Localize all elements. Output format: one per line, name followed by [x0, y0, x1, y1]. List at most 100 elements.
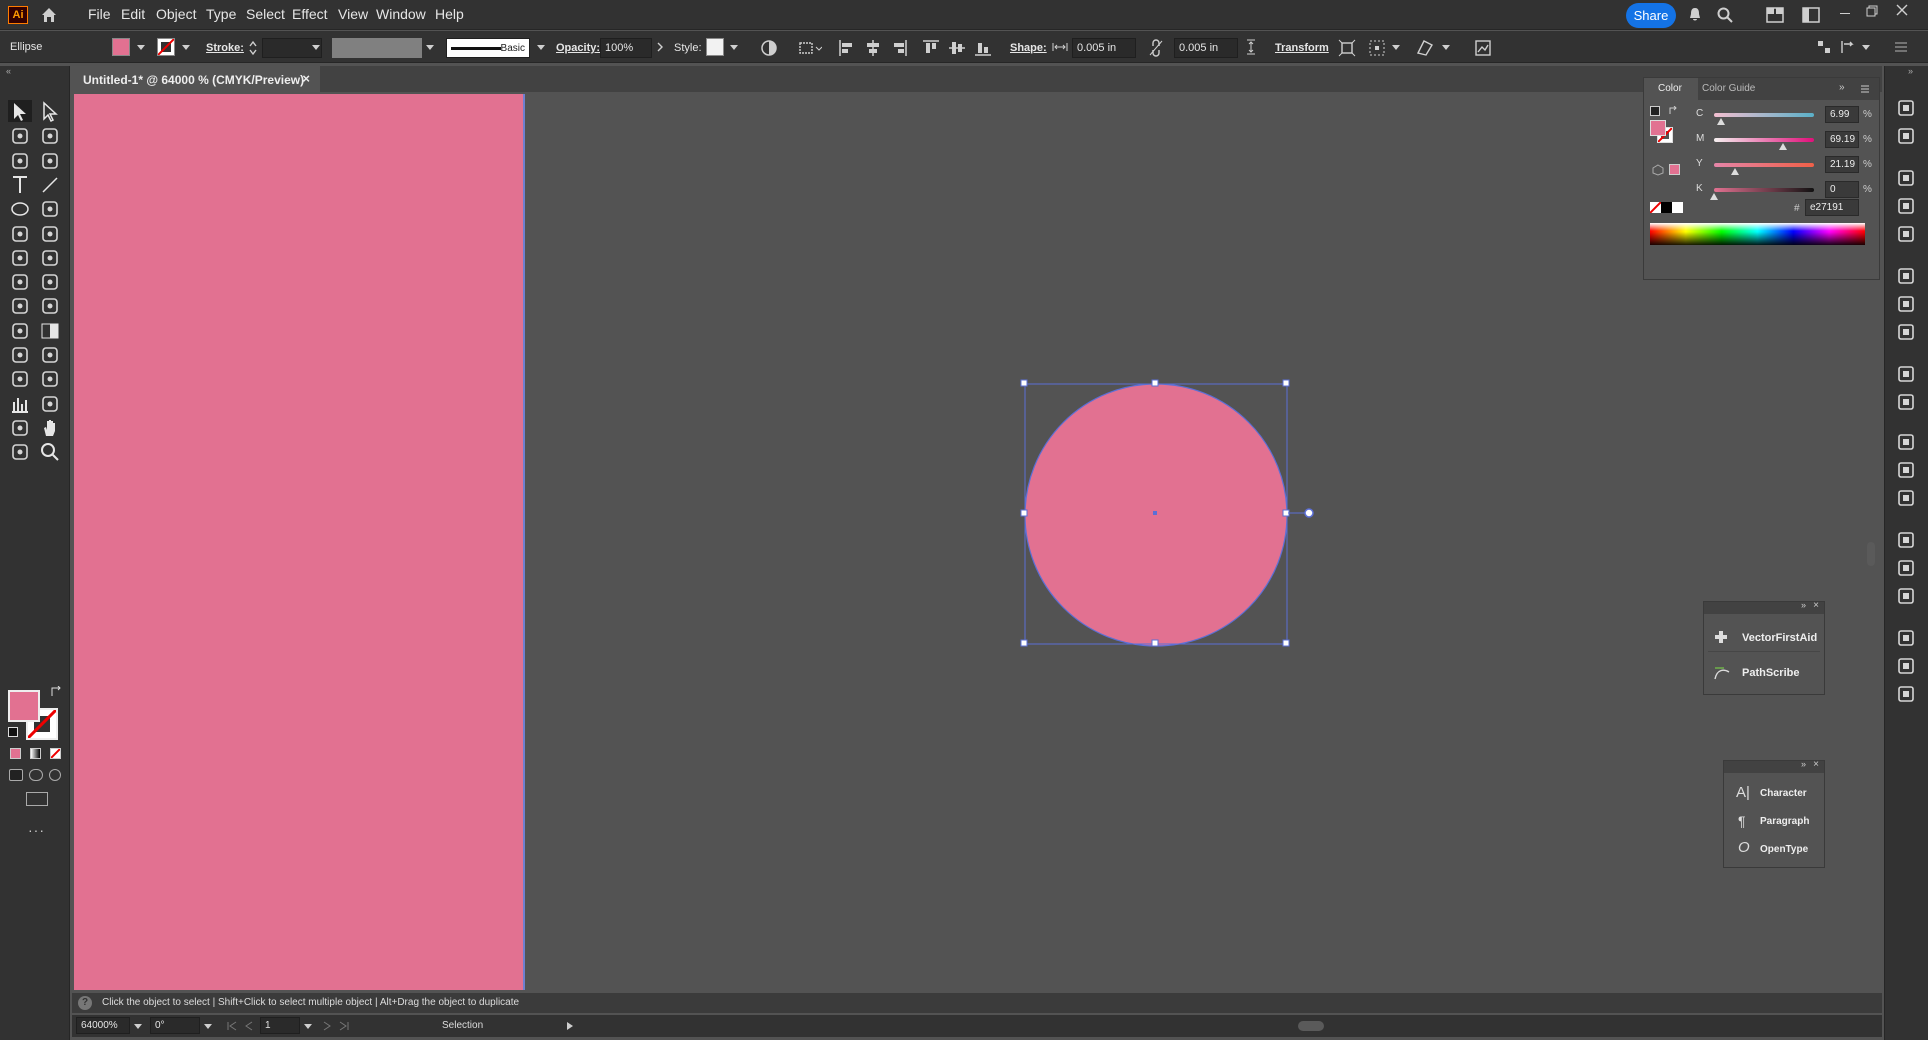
tab-color-guide[interactable]: Color Guide — [1702, 83, 1755, 94]
hex-input[interactable]: e27191 — [1805, 199, 1859, 216]
perspective-grid-tool-icon[interactable] — [38, 294, 62, 316]
last-artboard-icon[interactable] — [338, 1021, 350, 1031]
artboard-number-input[interactable]: 1 — [260, 1017, 300, 1034]
vectorfirstaid-item[interactable]: VectorFirstAid — [1708, 622, 1820, 652]
warp-icon[interactable] — [1416, 39, 1434, 57]
recolor-icon[interactable] — [760, 39, 778, 57]
artboard-dropdown-icon[interactable] — [304, 1024, 312, 1029]
white-swatch[interactable] — [1672, 202, 1683, 213]
pathfinder-icon[interactable] — [1896, 684, 1916, 704]
arrange-icon[interactable] — [1816, 39, 1832, 55]
align-bottom-icon[interactable] — [974, 39, 992, 57]
pen-tool-icon[interactable] — [8, 149, 32, 171]
menu-select[interactable]: Select — [246, 6, 285, 22]
stroke-weight-dropdown-icon[interactable] — [312, 45, 320, 50]
channel-thumb-y[interactable] — [1731, 168, 1739, 175]
profile-dropdown-icon[interactable] — [426, 45, 434, 50]
curvature-tool-icon[interactable] — [38, 149, 62, 171]
appearance-icon[interactable] — [1896, 364, 1916, 384]
transparency-icon[interactable] — [1896, 322, 1916, 342]
align-left-icon[interactable] — [838, 39, 856, 57]
constrain-proportions-icon[interactable] — [1148, 39, 1164, 57]
arrange-documents-icon[interactable] — [1802, 7, 1820, 23]
edit-toolbar-icon[interactable]: ··· — [28, 822, 45, 838]
hand-tool-icon[interactable] — [38, 416, 62, 438]
tab-color[interactable]: Color — [1644, 78, 1698, 100]
channel-thumb-c[interactable] — [1717, 118, 1725, 125]
brush-dropdown-icon[interactable] — [537, 45, 545, 50]
zoom-tool-icon[interactable] — [38, 440, 62, 462]
links-icon[interactable] — [1896, 488, 1916, 508]
channel-value-c[interactable]: 6.99 — [1825, 106, 1859, 123]
type-expand-icon[interactable]: » — [1801, 759, 1806, 769]
line-segment-tool-icon[interactable] — [38, 173, 62, 195]
type-close-icon[interactable]: × — [1813, 759, 1819, 770]
toolbar-fill-swatch[interactable] — [8, 690, 40, 722]
align-icon[interactable] — [1896, 656, 1916, 676]
style-dropdown-icon[interactable] — [730, 45, 738, 50]
stroke-dropdown-icon[interactable] — [182, 45, 190, 50]
menu-window[interactable]: Window — [376, 6, 426, 22]
swatches-icon[interactable] — [1896, 168, 1916, 188]
none-swatch[interactable] — [1650, 202, 1661, 213]
plugin-close-icon[interactable]: × — [1813, 600, 1819, 611]
tab-close-icon[interactable]: × — [302, 71, 310, 86]
toolbar-collapse-icon[interactable]: « — [6, 66, 11, 76]
none-mode-icon[interactable] — [50, 748, 61, 759]
transform-icon[interactable] — [1896, 628, 1916, 648]
draw-behind-icon[interactable] — [29, 769, 43, 781]
help-icon[interactable]: ? — [78, 996, 92, 1010]
gradient-icon[interactable] — [1896, 294, 1916, 314]
stroke-icon[interactable] — [1896, 266, 1916, 286]
gradient-mode-icon[interactable] — [30, 748, 41, 759]
channel-slider-m[interactable] — [1714, 138, 1814, 142]
channel-value-m[interactable]: 69.19 — [1825, 131, 1859, 148]
mesh-tool-icon[interactable] — [8, 319, 32, 341]
menu-view[interactable]: View — [338, 6, 368, 22]
artboards-icon[interactable] — [1896, 460, 1916, 480]
measure-tool-icon[interactable] — [38, 343, 62, 365]
rotation-dropdown-icon[interactable] — [204, 1024, 212, 1029]
first-artboard-icon[interactable] — [226, 1021, 238, 1031]
character-item[interactable]: A| Character — [1728, 781, 1822, 807]
align-right-icon[interactable] — [890, 39, 908, 57]
transform-label[interactable]: Transform — [1275, 42, 1329, 54]
graphic-style-swatch[interactable] — [706, 38, 724, 56]
ellipse-tool-icon[interactable] — [8, 197, 32, 219]
fill-dropdown-icon[interactable] — [137, 45, 145, 50]
shape-label[interactable]: Shape: — [1010, 42, 1047, 54]
symbols-icon[interactable] — [1896, 224, 1916, 244]
screen-mode-icon[interactable] — [26, 792, 48, 806]
menu-edit[interactable]: Edit — [121, 6, 145, 22]
layers-icon[interactable] — [1896, 432, 1916, 452]
shape-width-input[interactable]: 0.005 in — [1072, 38, 1136, 58]
share-button[interactable]: Share — [1626, 3, 1676, 28]
type-tool-icon[interactable] — [8, 173, 32, 195]
bell-icon[interactable] — [1686, 6, 1704, 24]
panel-fill-swatch[interactable] — [1650, 120, 1666, 136]
shape-builder-tool-icon[interactable] — [8, 294, 32, 316]
align-center-icon[interactable] — [864, 39, 882, 57]
toolbar-default-colors-icon[interactable] — [8, 727, 18, 737]
rotate-tool-icon[interactable] — [8, 246, 32, 268]
libraries-icon[interactable] — [1896, 126, 1916, 146]
rotation-input[interactable]: 0° — [150, 1017, 200, 1034]
home-icon[interactable] — [40, 6, 58, 24]
channel-thumb-k[interactable] — [1710, 193, 1718, 200]
gradient-tool-icon[interactable] — [38, 319, 62, 341]
menu-file[interactable]: File — [88, 6, 111, 22]
blend-tool-icon[interactable] — [8, 367, 32, 389]
dock-collapse-icon[interactable]: » — [1908, 66, 1913, 76]
direct-selection-tool-icon[interactable] — [38, 100, 62, 123]
brush-definition[interactable]: Basic — [446, 38, 530, 58]
document-tab[interactable]: Untitled-1* @ 64000 % (CMYK/Preview) × — [72, 66, 320, 92]
reference-point-icon[interactable] — [1368, 39, 1386, 57]
paragraph-item[interactable]: ¶ Paragraph — [1728, 809, 1822, 835]
reference-dropdown-icon[interactable] — [1392, 45, 1400, 50]
stroke-swatch[interactable] — [157, 38, 175, 56]
isolate-icon[interactable] — [1338, 39, 1356, 57]
swap-colors-icon[interactable] — [1668, 106, 1678, 116]
free-transform-tool-icon[interactable] — [38, 270, 62, 292]
chevron-right-icon[interactable] — [656, 42, 664, 52]
paintbrush-tool-icon[interactable] — [38, 197, 62, 219]
